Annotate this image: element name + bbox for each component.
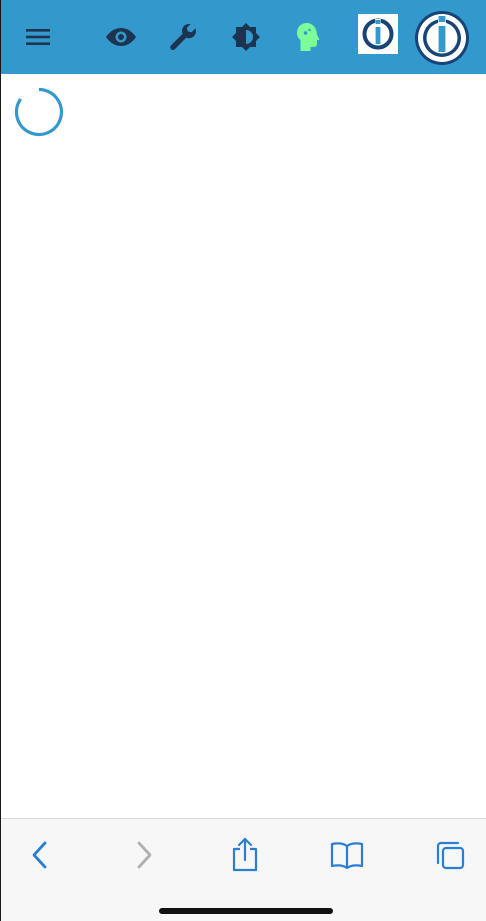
expert-mode-button[interactable] [281,10,335,64]
iobroker-square-logo-icon [362,18,394,50]
menu-icon [26,29,50,45]
tabs-icon [436,841,465,870]
share-button[interactable] [220,833,270,877]
forward-button[interactable] [119,833,169,877]
app-screen [0,0,486,921]
home-indicator [159,908,333,914]
iobroker-square-logo[interactable] [358,14,398,54]
iobroker-round-logo[interactable] [415,11,469,65]
back-button[interactable] [15,833,65,877]
view-mode-button[interactable] [94,10,148,64]
theme-toggle-button[interactable] [219,10,273,64]
back-icon [32,841,47,869]
app-bar [1,0,486,74]
brightness-icon [232,23,260,51]
head-profile-icon [297,23,320,51]
main-content [1,74,486,818]
forward-icon [137,841,152,869]
wrench-icon [170,23,196,51]
bookmarks-icon [330,842,364,870]
browser-toolbar [1,818,486,921]
menu-button[interactable] [11,10,65,64]
iobroker-round-logo-icon [418,14,466,62]
loading-spinner-icon [14,87,64,137]
share-icon [232,837,258,872]
eye-icon [106,28,136,46]
edit-mode-button[interactable] [156,10,210,64]
bookmarks-button[interactable] [322,833,372,877]
tabs-button[interactable] [425,833,475,877]
